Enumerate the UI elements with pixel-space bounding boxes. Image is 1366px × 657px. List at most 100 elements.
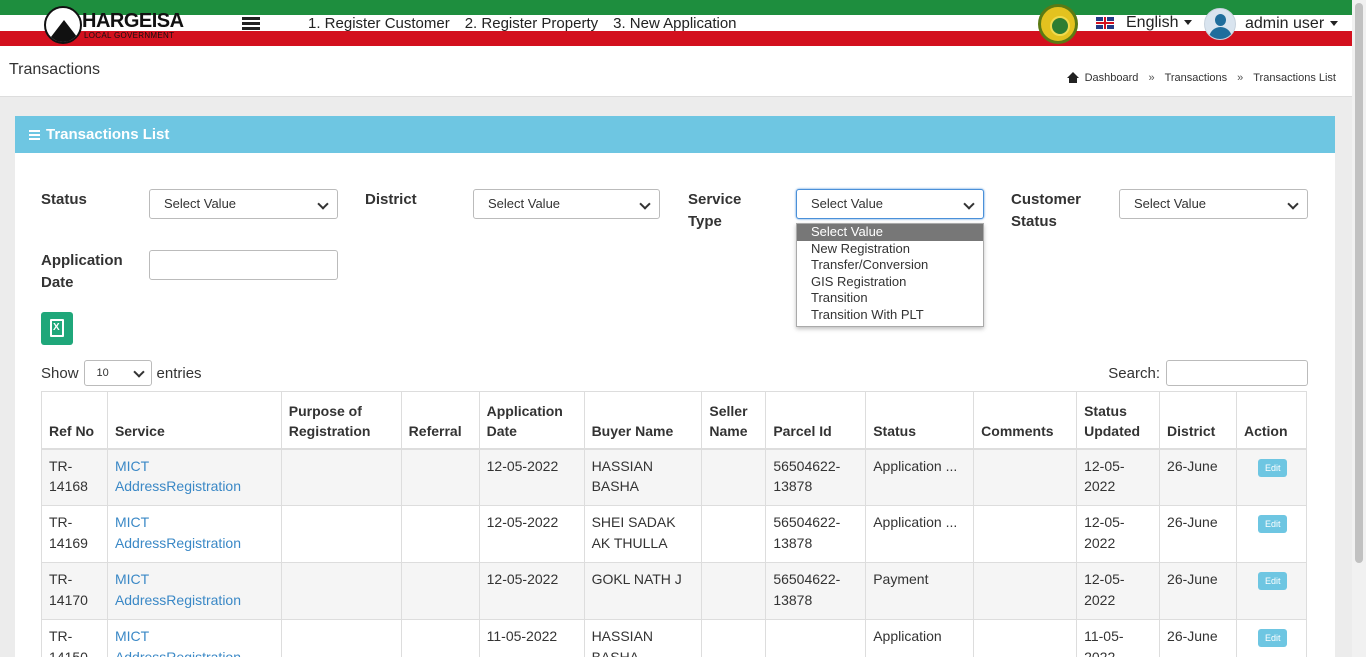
column-header[interactable]: Service [106, 391, 282, 450]
column-header[interactable]: Parcel Id [765, 391, 867, 450]
customer-status-filter-select[interactable]: Select Value [1119, 189, 1308, 219]
column-header[interactable]: Comments [973, 391, 1078, 450]
dropdown-option[interactable]: Transfer/Conversion [797, 257, 983, 274]
cell-purpose [280, 619, 402, 657]
dropdown-option[interactable]: Transition With PLT [797, 307, 983, 324]
logo-emblem-icon [44, 6, 82, 44]
cell-service-link[interactable]: MICT AddressRegistration [106, 619, 282, 657]
column-header[interactable]: Status [865, 391, 975, 450]
top-navbar: HARGEISA LOCAL GOVERNMENT 1. Register Cu… [0, 0, 1352, 48]
edit-button[interactable]: Edit [1257, 572, 1288, 590]
home-icon [1066, 72, 1079, 84]
column-header[interactable]: Application Date [478, 391, 585, 450]
cell-status: Application ... [873, 457, 958, 474]
cell-seller-name [701, 448, 767, 506]
column-header[interactable]: Purpose of Registration [280, 391, 402, 450]
application-date-filter-label: Application Date [41, 252, 123, 291]
cell-status-updated: 12-05-2022 [1076, 562, 1161, 620]
cell-comments [973, 505, 1078, 563]
edit-button[interactable]: Edit [1257, 458, 1288, 477]
page-scrollbar[interactable] [1352, 0, 1366, 657]
cell-district: 26-June [1159, 505, 1237, 563]
cell-parcel-id: 56504622-13878 [765, 562, 867, 620]
top-nav: 1. Register Customer 2. Register Propert… [308, 15, 737, 33]
cell-application-date: 11-05-2022 [478, 619, 585, 657]
flag-stripe-green [0, 0, 1352, 15]
cell-buyer-name: GOKL NATH J [583, 562, 703, 620]
panel-heading: Transactions List [15, 116, 1335, 153]
cell-district: 26-June [1159, 448, 1237, 506]
column-header[interactable]: Ref No [41, 391, 108, 450]
table-row: TR-14168 MICT AddressRegistration 12-05-… [41, 448, 1308, 506]
uk-flag-icon [1096, 17, 1114, 29]
cell-service-link[interactable]: MICT AddressRegistration [106, 505, 282, 563]
breadcrumb-transactions-list: Transactions List [1253, 72, 1336, 84]
flag-stripe-red [0, 31, 1352, 46]
cell-ref-no: TR-14169 [41, 505, 108, 563]
column-header: Action [1235, 391, 1308, 450]
cell-application-date: 12-05-2022 [478, 448, 585, 506]
cell-seller-name [701, 619, 767, 657]
export-excel-button[interactable] [41, 312, 73, 345]
scrollbar-thumb[interactable] [1355, 3, 1363, 563]
cell-referral [400, 562, 480, 620]
entries-label: entries [156, 364, 202, 382]
menu-toggle-icon[interactable] [242, 17, 260, 31]
column-header[interactable]: Referral [400, 391, 480, 450]
status-filter-select[interactable]: Select Value [149, 189, 338, 219]
cell-buyer-name: HASSIAN BASHA [583, 448, 703, 506]
table-search: Search: [1108, 360, 1308, 386]
cell-status-updated: 11-05-2022 [1076, 619, 1161, 657]
cell-application-date: 12-05-2022 [478, 505, 585, 563]
list-icon [29, 129, 40, 140]
hargeisa-logo[interactable]: HARGEISA LOCAL GOVERNMENT [44, 5, 184, 45]
page-header: Transactions Dashboard » Transactions » … [0, 48, 1352, 97]
logo-subtext: LOCAL GOVERNMENT [84, 31, 175, 40]
column-header[interactable]: Status Updated [1076, 391, 1161, 450]
cell-comments [973, 448, 1078, 506]
search-input[interactable] [1166, 360, 1308, 386]
cell-comments [973, 562, 1078, 620]
language-label: English [1126, 14, 1179, 31]
entries-select[interactable]: 10 [83, 360, 152, 386]
cell-service-link[interactable]: MICT AddressRegistration [106, 448, 282, 506]
column-header[interactable]: Seller Name [701, 391, 767, 450]
cell-parcel-id: 56504622-13878 [765, 448, 867, 506]
cell-service-link[interactable]: MICT AddressRegistration [106, 562, 282, 620]
breadcrumb: Dashboard » Transactions » Transactions … [1066, 72, 1336, 84]
transactions-panel: Transactions List Status Select Value Di… [15, 116, 1335, 657]
breadcrumb-transactions[interactable]: Transactions [1165, 72, 1228, 84]
application-date-input[interactable] [149, 250, 338, 280]
cell-parcel-id: 56504622-13878 [765, 505, 867, 563]
cell-comments [973, 619, 1078, 657]
dropdown-option[interactable]: Select Value [797, 224, 983, 241]
language-selector[interactable]: English [1096, 14, 1193, 32]
user-name: admin user [1245, 15, 1325, 32]
nav-register-customer[interactable]: 1. Register Customer [308, 15, 450, 33]
transactions-table: Ref No Service Purpose of Registration R… [41, 391, 1308, 657]
service-type-dropdown-list: Select Value New Registration Transfer/C… [796, 223, 984, 327]
cell-district: 26-June [1159, 562, 1237, 620]
nav-new-application[interactable]: 3. New Application [613, 15, 736, 33]
table-header-row: Ref No Service Purpose of Registration R… [41, 391, 1308, 450]
column-header[interactable]: Buyer Name [583, 391, 703, 450]
cell-buyer-name: HASSIAN BASHA [583, 619, 703, 657]
nav-register-property[interactable]: 2. Register Property [465, 15, 598, 33]
breadcrumb-dashboard[interactable]: Dashboard [1085, 72, 1139, 84]
cell-status-updated: 12-05-2022 [1076, 505, 1161, 563]
service-type-filter-select[interactable]: Select Value [796, 189, 984, 219]
user-menu[interactable]: admin user [1204, 8, 1339, 40]
edit-button[interactable]: Edit [1257, 629, 1288, 647]
district-filter-select[interactable]: Select Value [473, 189, 660, 219]
dropdown-option[interactable]: Transition [797, 290, 983, 307]
cell-referral [400, 505, 480, 563]
cell-ref-no: TR-14150 [41, 619, 108, 657]
search-label: Search: [1108, 364, 1160, 382]
cell-status: Application ... [873, 514, 958, 530]
status-filter-label: Status [41, 191, 87, 208]
dropdown-option[interactable]: GIS Registration [797, 274, 983, 291]
column-header[interactable]: District [1159, 391, 1237, 450]
excel-file-icon [50, 319, 64, 337]
edit-button[interactable]: Edit [1257, 515, 1288, 533]
dropdown-option[interactable]: New Registration [797, 241, 983, 258]
